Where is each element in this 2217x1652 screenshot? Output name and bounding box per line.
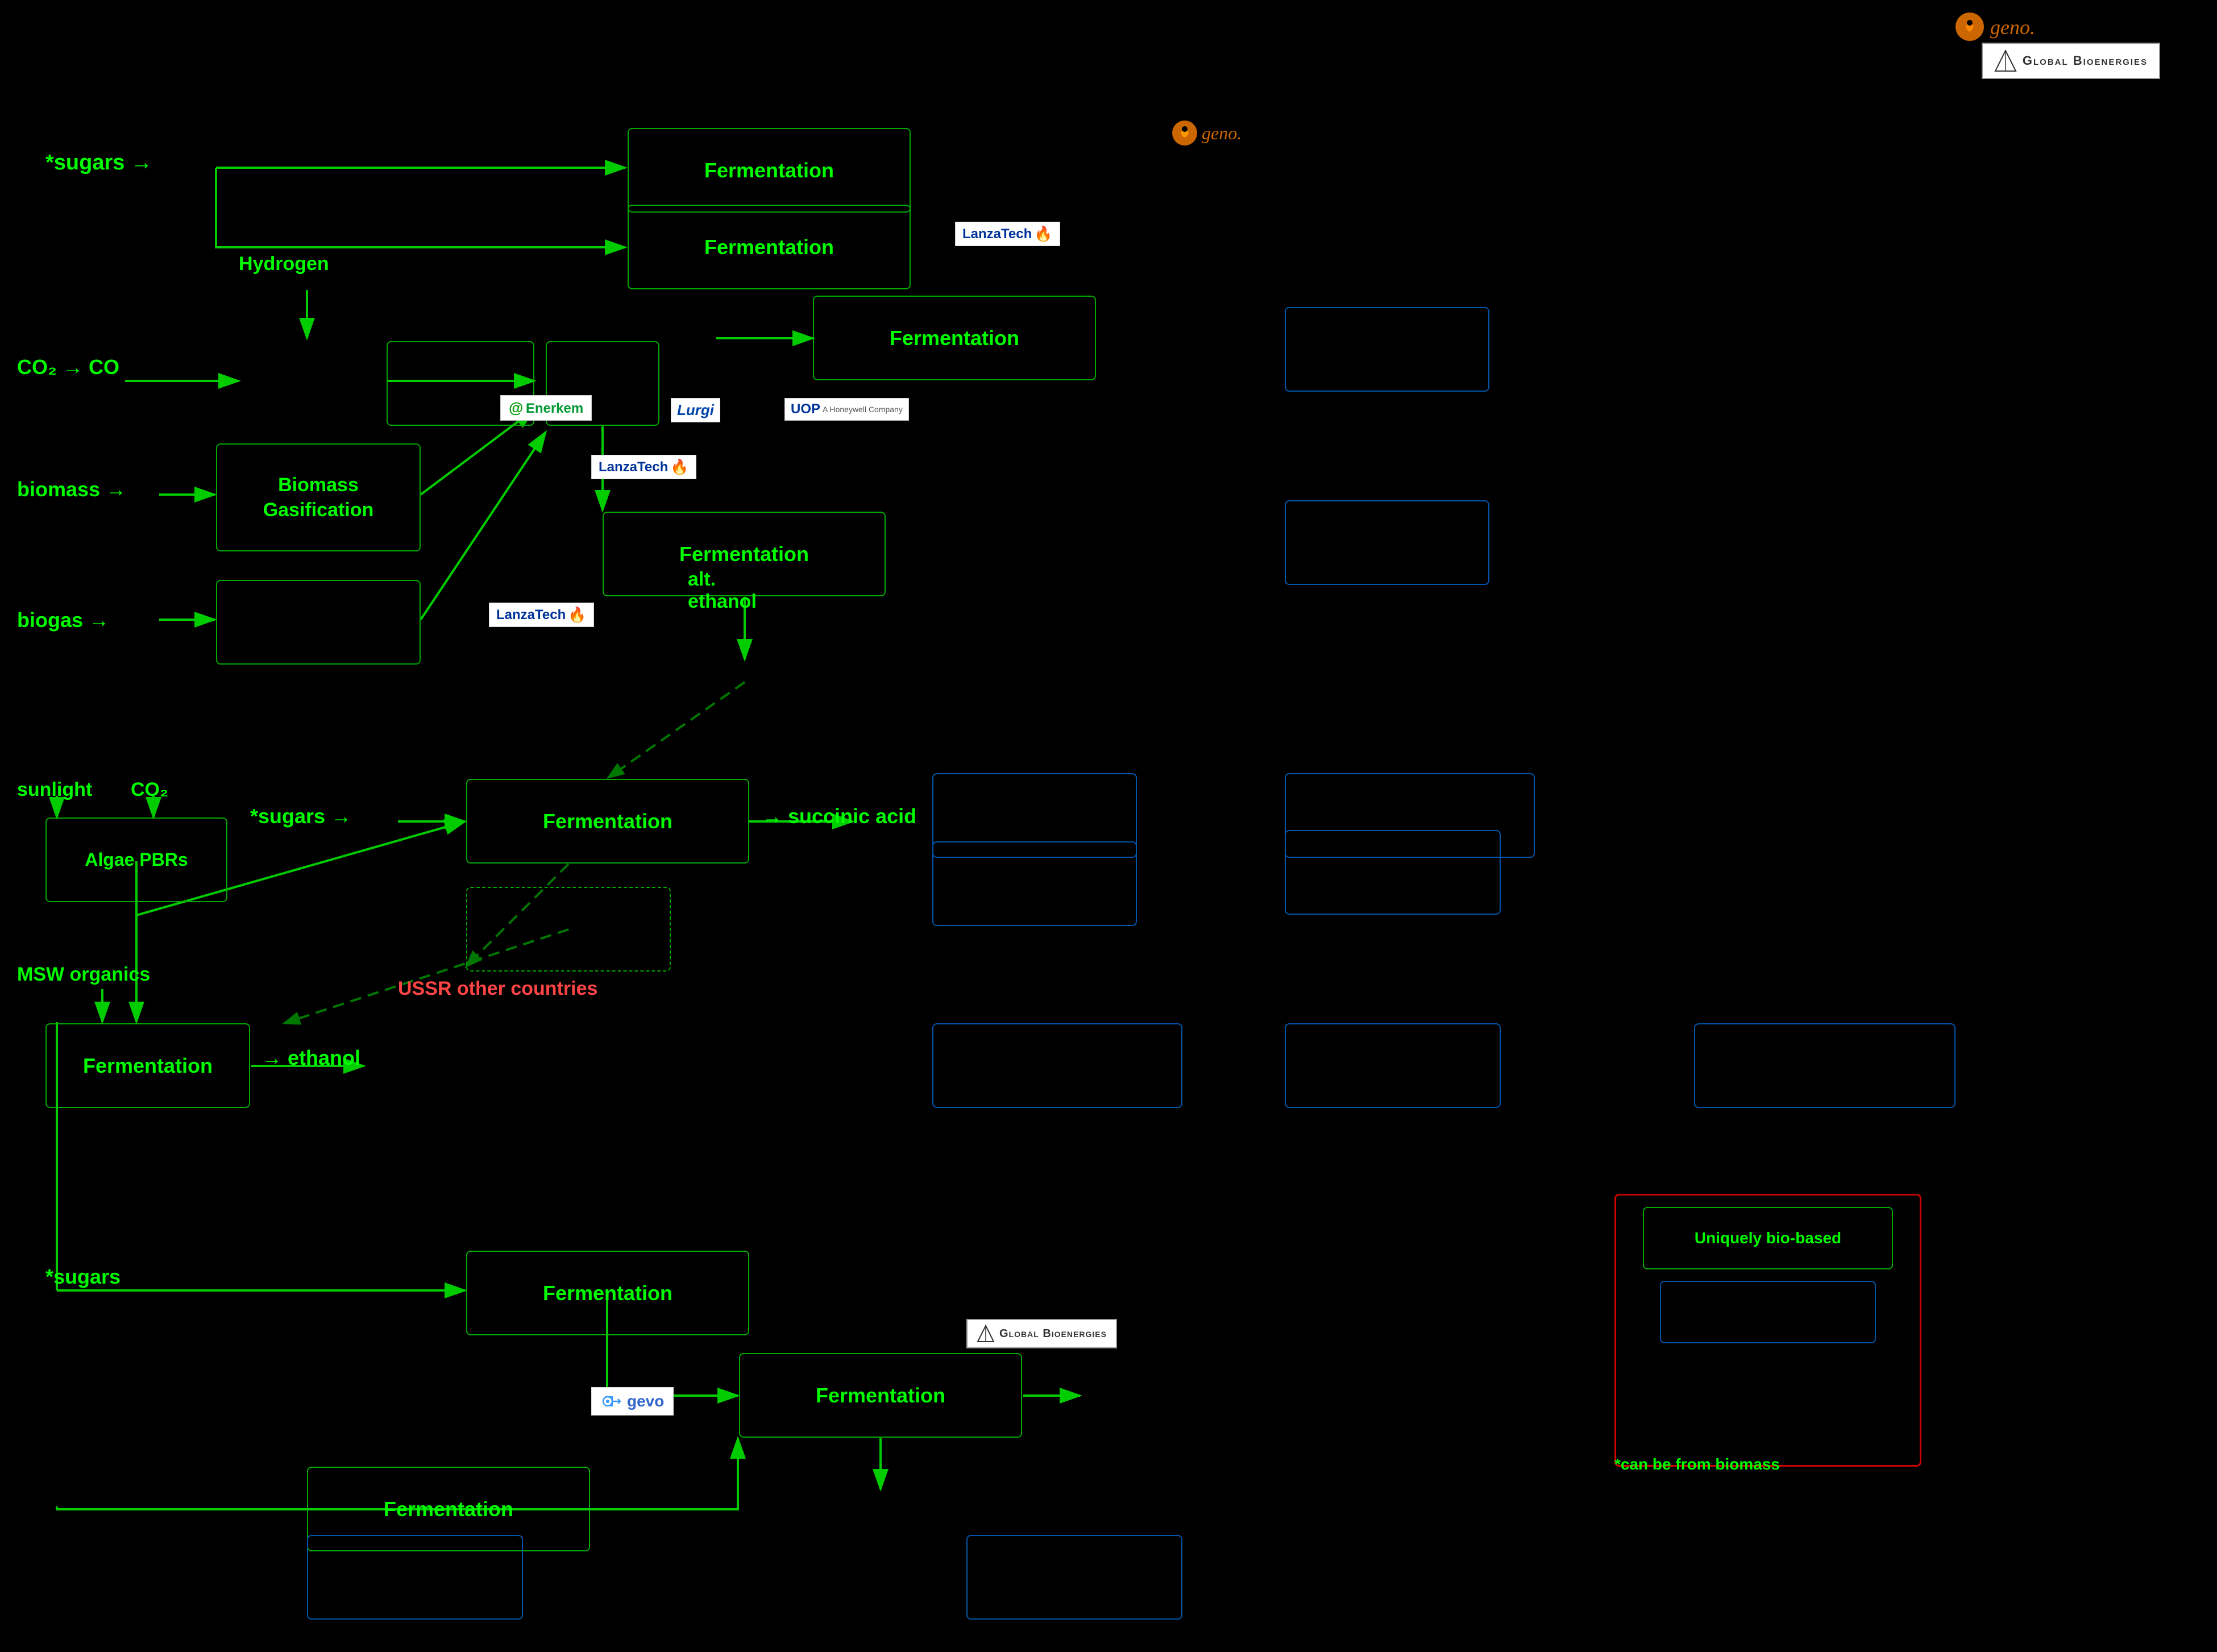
lanzatech-logo-1: LanzaTech 🔥: [955, 222, 1060, 246]
fermentation-msw-node: Fermentation: [45, 1023, 250, 1108]
fermentation-node-2: Fermentation: [628, 205, 911, 289]
gevo-logo: gevo: [591, 1387, 674, 1416]
dashed-box-1: [466, 887, 671, 972]
blue-box-bot-2: [966, 1535, 1182, 1620]
geno-logo-top-right: geno.: [1954, 11, 2035, 43]
sugars3-label: *sugars: [45, 1265, 121, 1289]
biomass-label: biomass →: [17, 478, 126, 501]
ussr-label: USSR other countries: [398, 978, 597, 1000]
co2-algae-label: CO₂: [131, 779, 168, 801]
alt-ethanol-label: alt.ethanol: [688, 568, 757, 613]
blue-box-bot-1: [307, 1535, 523, 1620]
algae-pbr-node: Algae PBRs: [45, 817, 227, 902]
blue-box-eth-1: [932, 1023, 1182, 1108]
hydrogen-label: Hydrogen: [239, 253, 329, 275]
lanzatech-logo-3: LanzaTech 🔥: [489, 603, 594, 627]
biomass-gasification-node: BiomassGasification: [216, 443, 421, 551]
blue-box-succ-2: [932, 841, 1137, 926]
succinic-label: → succinic acid: [762, 804, 916, 828]
uniquely-blue-box: [1660, 1281, 1876, 1343]
blue-box-succ-4: [1285, 830, 1501, 915]
globalb-logo-inline: Global Bioenergies: [966, 1319, 1117, 1348]
sunlight-label: sunlight: [17, 779, 92, 801]
lanzatech-logo-2: LanzaTech 🔥: [591, 455, 696, 479]
sugars-label-1: *sugars →: [45, 151, 152, 175]
co2-co-label: CO₂ → CO: [17, 355, 119, 379]
sugars2-label: *sugars →: [250, 804, 351, 828]
can-be-biomass-label: *can be from biomass: [1614, 1455, 1780, 1473]
uniquely-inner: Uniquely bio-based: [1643, 1207, 1893, 1269]
biogas-box: [216, 580, 421, 665]
enerkem-logo: @ Enerkem: [500, 395, 592, 421]
lurgi-logo: Lurgi: [671, 398, 720, 422]
fermentation-sugars2-node: Fermentation: [466, 1251, 749, 1335]
blue-box-1: [1285, 307, 1489, 392]
fermentation-succinic-node: Fermentation: [466, 779, 749, 864]
fermentation-node-3: Fermentation: [813, 296, 1096, 380]
msw-label: MSW organics: [17, 964, 150, 986]
biogas-label: biogas →: [17, 608, 109, 632]
blue-box-eth-3: [1694, 1023, 1956, 1108]
blue-box-eth-2: [1285, 1023, 1501, 1108]
geno-logo-mid: geno.: [1171, 119, 1242, 147]
uop-logo: UOP A Honeywell Company: [784, 398, 909, 421]
fermentation-final-node: Fermentation: [739, 1353, 1022, 1438]
ethanol-label: → ethanol: [261, 1046, 360, 1070]
blue-box-2: [1285, 500, 1489, 585]
uniquely-bio-based-box: Uniquely bio-based: [1614, 1194, 1921, 1467]
globalb-logo-top-right: Global Bioenergies: [1982, 43, 2160, 79]
fermentation-node-1: Fermentation: [628, 128, 911, 213]
